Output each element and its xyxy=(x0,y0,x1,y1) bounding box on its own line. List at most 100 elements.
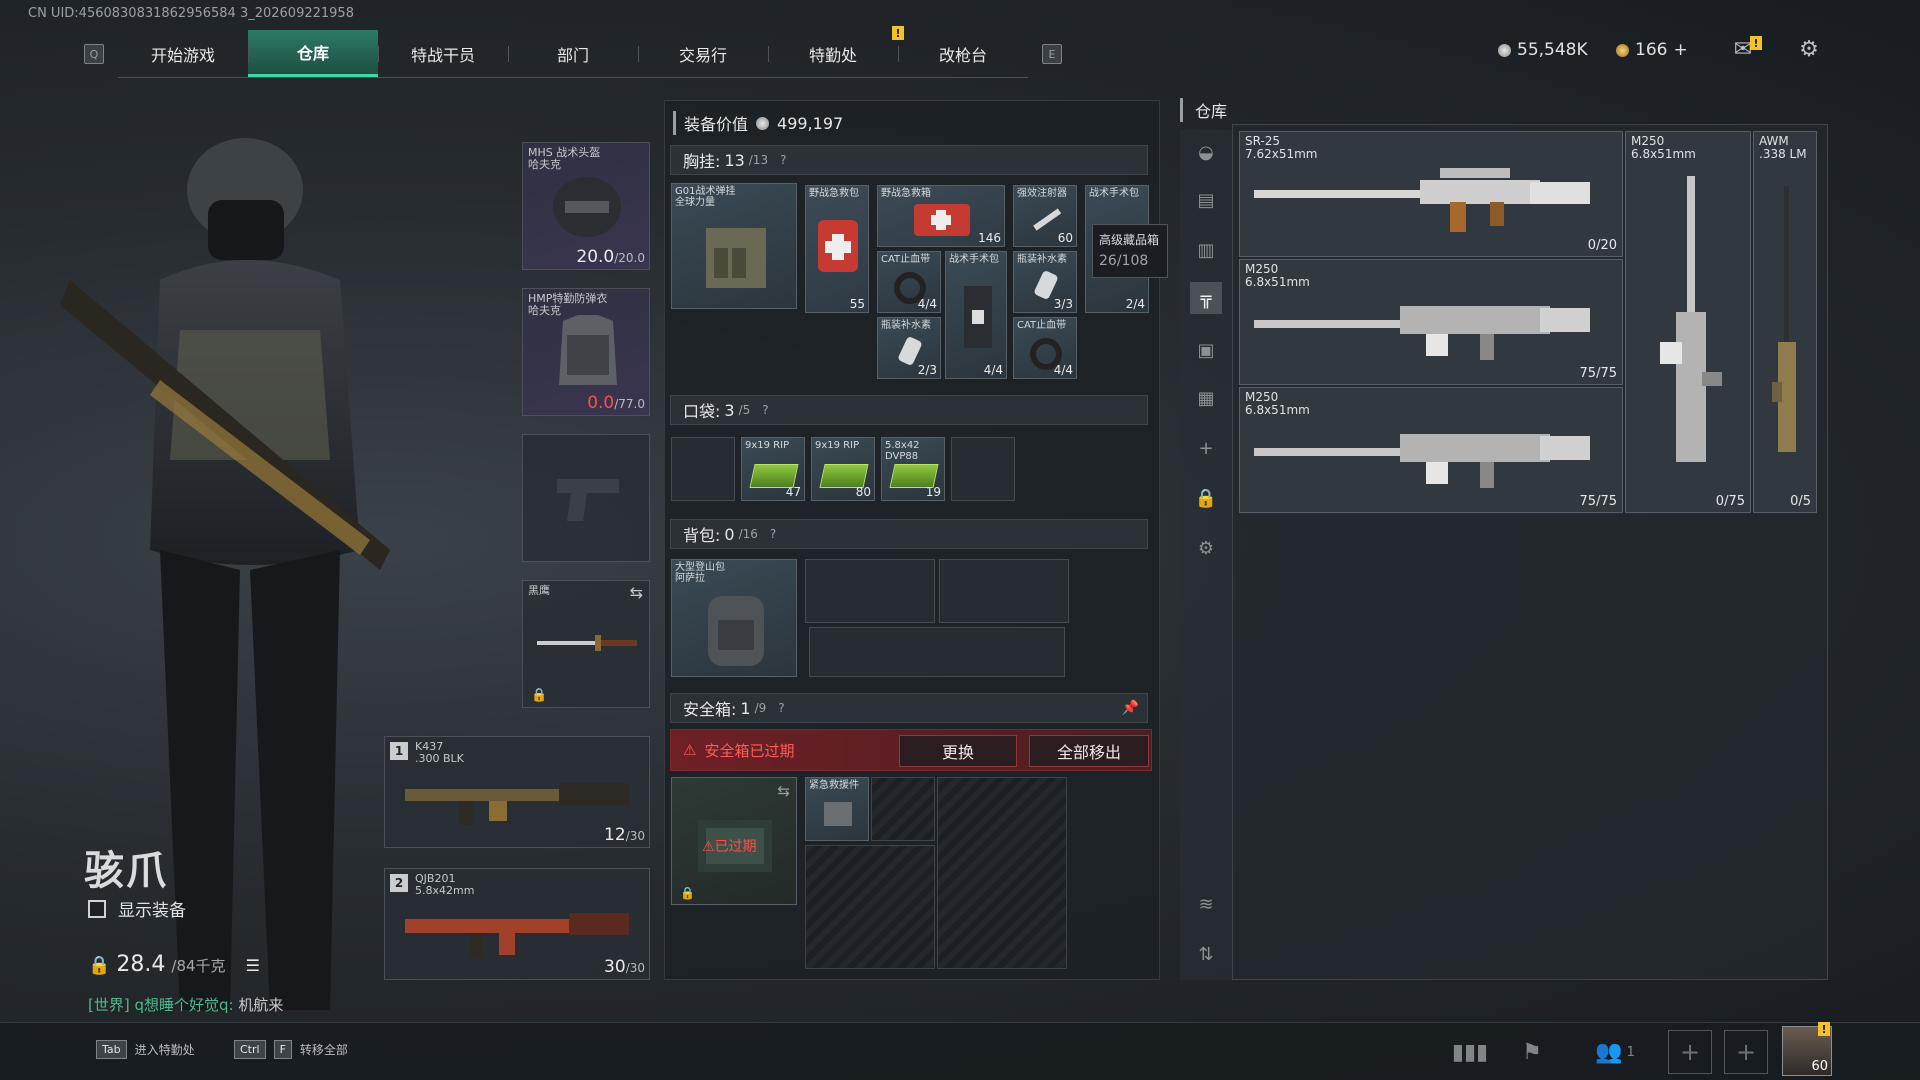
sort-icon[interactable]: ⇅ xyxy=(1190,938,1222,970)
swap-icon[interactable]: ⇆ xyxy=(630,583,643,602)
hydration-bottle-item[interactable]: 瓶装补水素 3/3 xyxy=(1013,251,1077,313)
item-name: 瓶装补水素 xyxy=(1017,254,1067,265)
ammo-category-icon[interactable]: ▦ xyxy=(1190,382,1222,414)
replace-button[interactable]: 更换 xyxy=(899,735,1017,767)
helmet-category-icon[interactable]: ◒ xyxy=(1190,136,1222,168)
chest-rig-item[interactable]: G01战术弹挂 全球力量 xyxy=(671,183,797,309)
storage-gun-item[interactable]: M250 6.8x51mm 75/75 xyxy=(1239,259,1623,385)
pocket-max: /5 xyxy=(738,403,751,417)
storage-gun-item[interactable]: SR-25 7.62x51mm 0/20 xyxy=(1239,131,1623,257)
secondary-weapon-slot[interactable]: 2 QJB201 5.8x42mm 30/30 xyxy=(384,868,650,980)
sr25-rifle-icon xyxy=(1254,168,1590,232)
help-icon[interactable]: ? xyxy=(770,527,776,541)
help-icon[interactable]: ? xyxy=(762,403,768,417)
cat-tourniquet-item-2[interactable]: CAT止血带 4/4 xyxy=(1013,317,1077,379)
gun-caliber: 6.8x51mm xyxy=(1631,147,1696,161)
armor-slot[interactable]: HMP特勤防弹衣 哈夫克 0.0/77.0 xyxy=(522,288,650,416)
safe-box-item[interactable]: ⚠已过期 ⇆ 🔒 xyxy=(671,777,797,905)
add-gold-button[interactable]: + xyxy=(1673,40,1687,60)
safe-stored-item[interactable]: 紧急救援件 xyxy=(805,777,869,841)
swap-icon[interactable]: ⇆ xyxy=(777,782,790,800)
gun-ammo-count: 75/75 xyxy=(1579,494,1617,509)
pocket-ammo-item[interactable]: 9x19 RIP 80 xyxy=(811,437,875,501)
m250-lmg-icon xyxy=(1254,434,1590,488)
help-icon[interactable]: ? xyxy=(780,153,786,167)
pistol-slot[interactable] xyxy=(522,434,650,562)
tactical-surgery-kit-item[interactable]: 战术手术包 4/4 xyxy=(945,251,1007,379)
layers-icon[interactable]: ≋ xyxy=(1190,888,1222,920)
weight-max: /84千克 xyxy=(171,957,226,975)
gun-name: M250 xyxy=(1245,262,1279,276)
nav-right-key[interactable]: E xyxy=(1042,44,1062,64)
transfer-all-hint[interactable]: Ctrl F 转移全部 xyxy=(234,1040,348,1059)
pocket-slot-empty[interactable] xyxy=(671,437,735,501)
secondary-ammo: 30 xyxy=(604,957,626,977)
injector-item[interactable]: 强效注射器 60 xyxy=(1013,185,1077,247)
safe-expired-tag: ⚠已过期 xyxy=(702,836,757,856)
mail-badge: ! xyxy=(1750,36,1762,50)
help-icon[interactable]: ? xyxy=(778,701,784,715)
warning-icon: ⚠ xyxy=(702,839,715,855)
armor-category-icon[interactable]: ▤ xyxy=(1190,184,1222,216)
vest-category-icon[interactable]: ▥ xyxy=(1190,234,1222,266)
cat-tourniquet-item[interactable]: CAT止血带 4/4 xyxy=(877,251,941,313)
first-aid-kit-item[interactable]: 野战急救包 55 xyxy=(805,185,869,313)
pin-icon[interactable]: 📌 xyxy=(1122,700,1139,716)
tab-start-game[interactable]: 开始游戏 xyxy=(118,30,248,77)
value-coin-icon xyxy=(756,116,770,130)
silver-currency[interactable]: 55,548K xyxy=(1498,40,1588,60)
primary-weapon-caliber: .300 BLK xyxy=(415,752,464,765)
pocket-slot-empty[interactable] xyxy=(951,437,1015,501)
add-teammate-button[interactable]: + xyxy=(1668,1030,1712,1074)
first-aid-box-item[interactable]: 野战急救箱 146 xyxy=(877,185,1005,247)
flag-icon[interactable]: ⚑ xyxy=(1514,1036,1550,1068)
armor-vest-icon xyxy=(559,315,617,385)
locked-category-icon[interactable]: 🔒 xyxy=(1190,482,1222,514)
helmet-slot[interactable]: MHS 战术头盔 哈夫克 20.0/20.0 xyxy=(522,142,650,270)
secondary-slot-number: 2 xyxy=(390,874,408,892)
pocket-ammo-item[interactable]: 5.8x42 DVP88 19 xyxy=(881,437,945,501)
tab-key: Tab xyxy=(96,1040,127,1059)
attachment-category-icon[interactable]: ▣ xyxy=(1190,334,1222,366)
secondary-weapon-caliber: 5.8x42mm xyxy=(415,884,475,897)
tab-gunsmith[interactable]: 改枪台 xyxy=(898,30,1028,77)
gold-currency[interactable]: 166 + xyxy=(1616,40,1688,60)
hydration-bottle-item-2[interactable]: 瓶装补水素 2/3 xyxy=(877,317,941,379)
backpack-max: /16 xyxy=(738,527,758,541)
backpack-slot-empty[interactable] xyxy=(939,559,1069,623)
settings-gear-icon[interactable]: ⚙ xyxy=(1794,36,1824,62)
melee-slot[interactable]: 黑鹰 ⇆ 🔒 xyxy=(522,580,650,708)
add-category-icon[interactable]: + xyxy=(1190,432,1222,464)
chat-line[interactable]: [世界] q想睡个好觉q: 机航来 xyxy=(88,994,283,1015)
backpack-item[interactable]: 大型登山包 阿萨拉 xyxy=(671,559,797,677)
primary-weapon-slot[interactable]: 1 K437.300 BLK 12/30 xyxy=(384,736,650,848)
backpack-slot-empty[interactable] xyxy=(809,627,1065,677)
storage-gun-item-vertical[interactable]: AWM .338 LM 0/5 xyxy=(1753,131,1817,513)
tab-special-ops[interactable]: 特勤处 xyxy=(768,30,898,77)
player-level: 60 xyxy=(1811,1059,1828,1074)
backpack-slot-empty[interactable] xyxy=(805,559,935,623)
enter-special-ops-hint[interactable]: Tab 进入特勤处 xyxy=(96,1040,195,1059)
show-equipment-checkbox[interactable] xyxy=(88,899,106,918)
show-equipment-toggle[interactable]: 显示装备 xyxy=(88,896,186,921)
storage-gun-item[interactable]: M250 6.8x51mm 75/75 xyxy=(1239,387,1623,513)
friends-icon[interactable]: 👥 1 xyxy=(1590,1036,1640,1068)
safe-label: 安全箱: xyxy=(683,700,737,719)
tab-warehouse[interactable]: 仓库 xyxy=(248,30,378,77)
list-icon[interactable]: ☰ xyxy=(246,956,260,975)
add-teammate-button-2[interactable]: + xyxy=(1724,1030,1768,1074)
helmet-durability: 20.0 xyxy=(576,247,615,267)
stats-chart-icon[interactable]: ▮▮▮ xyxy=(1452,1036,1488,1068)
move-all-button[interactable]: 全部移出 xyxy=(1029,735,1149,767)
pocket-ammo-item[interactable]: 9x19 RIP 47 xyxy=(741,437,805,501)
tab-department[interactable]: 部门 xyxy=(508,30,638,77)
settings-category-icon[interactable]: ⚙ xyxy=(1190,532,1222,564)
weapon-category-icon[interactable]: ╦ xyxy=(1190,282,1222,314)
tab-market[interactable]: 交易行 xyxy=(638,30,768,77)
item-count: 146 xyxy=(978,231,1001,245)
item-count: 2/3 xyxy=(917,363,937,377)
tab-operators[interactable]: 特战干员 xyxy=(378,30,508,77)
nav-left-key[interactable]: Q xyxy=(84,44,104,64)
storage-gun-item-vertical[interactable]: M250 6.8x51mm 0/75 xyxy=(1625,131,1751,513)
gold-coin-icon xyxy=(1616,43,1629,57)
